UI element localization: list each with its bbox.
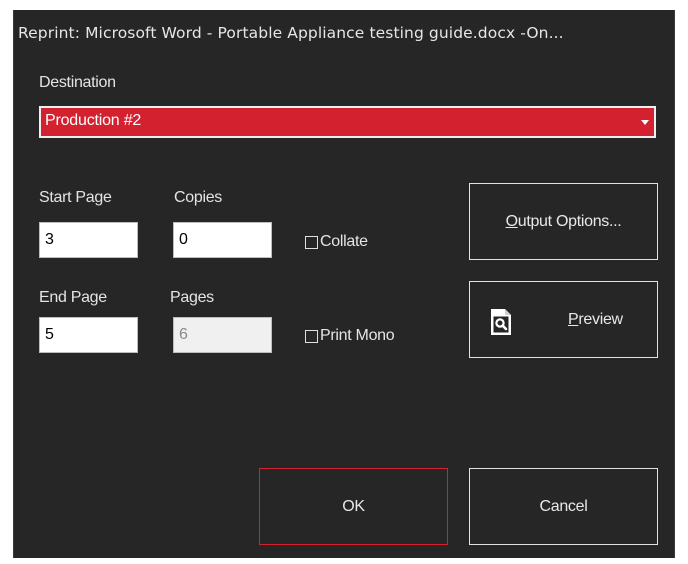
start-page-input[interactable]: 3: [39, 222, 138, 258]
pages-input: 6: [173, 317, 272, 353]
pages-label: Pages: [170, 289, 214, 306]
print-mono-label: Print Mono: [320, 327, 395, 344]
output-options-button[interactable]: Output Options...: [469, 183, 658, 260]
dialog-title: Reprint: Microsoft Word - Portable Appli…: [18, 24, 564, 42]
copies-input[interactable]: 0: [173, 222, 272, 258]
preview-button[interactable]: Preview: [469, 281, 658, 358]
destination-select[interactable]: Production #2: [39, 106, 656, 138]
collate-label: Collate: [320, 233, 368, 250]
collate-checkbox[interactable]: Collate: [305, 233, 368, 251]
chevron-down-icon[interactable]: [641, 120, 649, 125]
document-search-icon: [491, 309, 511, 335]
start-page-label: Start Page: [39, 189, 112, 206]
collate-checkbox-box[interactable]: [305, 235, 318, 249]
end-page-input[interactable]: 5: [39, 317, 138, 353]
cancel-button[interactable]: Cancel: [469, 468, 658, 545]
print-mono-checkbox[interactable]: Print Mono: [305, 327, 395, 345]
copies-label: Copies: [174, 189, 223, 206]
reprint-dialog: Reprint: Microsoft Word - Portable Appli…: [13, 10, 675, 558]
print-mono-checkbox-box[interactable]: [305, 329, 318, 343]
destination-selected-value: Production #2: [45, 112, 142, 129]
end-page-label: End Page: [39, 289, 107, 306]
destination-label: Destination: [39, 74, 116, 91]
preview-label: Preview: [568, 311, 623, 328]
output-options-label: Output Options...: [505, 212, 622, 230]
ok-button[interactable]: OK: [259, 468, 448, 545]
